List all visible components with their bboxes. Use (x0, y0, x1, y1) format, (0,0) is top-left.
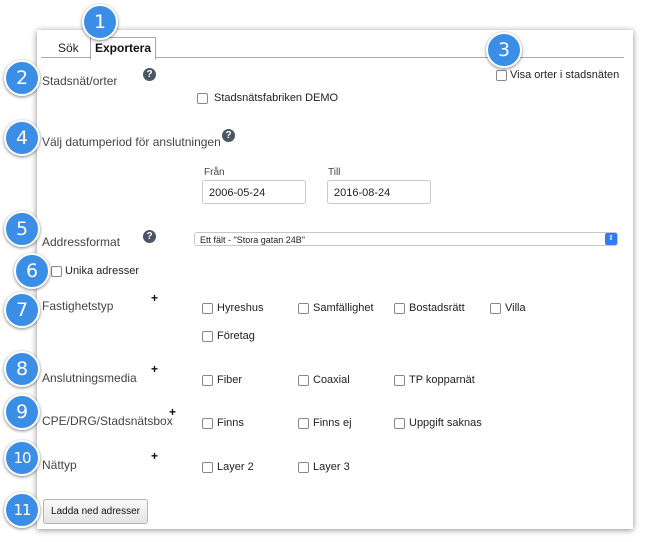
layer-2-label: Layer 2 (217, 461, 254, 473)
stadsnat-label: Stadsnät/orter (42, 74, 118, 88)
foretag-label: Företag (217, 330, 255, 342)
addressformat-select[interactable]: Ett fält - "Stora gatan 24B" ⇕ (194, 232, 618, 246)
addressformat-label: Addressformat (42, 235, 121, 249)
help-icon[interactable]: ? (143, 68, 156, 81)
layer-3-label: Layer 3 (313, 461, 350, 473)
samfallighet-checkbox[interactable] (298, 303, 309, 314)
unika-adresser-label: Unika adresser (65, 265, 139, 277)
help-icon[interactable]: ? (143, 230, 156, 243)
layer-3-checkbox[interactable] (298, 462, 309, 473)
villa-label: Villa (505, 302, 526, 314)
visa-orter-checkbox[interactable] (496, 70, 507, 81)
anslutningsmedia-label: Anslutningsmedia (42, 371, 137, 385)
hyreshus-checkbox[interactable] (202, 303, 213, 314)
from-date-input[interactable]: 2006-05-24 (202, 180, 306, 204)
tp-kopparnat-label: TP kopparnät (409, 374, 475, 386)
finns-label: Finns (217, 417, 244, 429)
fastighetstyp-label: Fastighetstyp (42, 299, 114, 313)
visa-orter-label: Visa orter i stadsnäten (510, 69, 620, 81)
fiber-label: Fiber (217, 374, 243, 386)
callout-badge-4: 4 (4, 120, 40, 156)
callout-badge-7: 7 (4, 292, 40, 328)
coaxial-checkbox[interactable] (298, 375, 309, 386)
bostadsratt-checkbox[interactable] (394, 303, 405, 314)
coaxial-label: Coaxial (313, 374, 350, 386)
fiber-checkbox[interactable] (202, 375, 213, 386)
plus-icon[interactable]: + (151, 362, 158, 376)
callout-badge-1: 1 (82, 4, 118, 40)
uppgift-saknas-label: Uppgift saknas (409, 417, 482, 429)
chevron-updown-icon: ⇕ (605, 233, 617, 245)
addressformat-value: Ett fält - "Stora gatan 24B" (200, 235, 305, 245)
callout-badge-6: 6 (14, 253, 50, 289)
to-label: Till (328, 167, 341, 178)
plus-icon[interactable]: + (151, 449, 158, 463)
unika-adresser-checkbox[interactable] (51, 266, 62, 277)
from-label: Från (204, 167, 225, 178)
hyreshus-label: Hyreshus (217, 302, 264, 314)
bostadsratt-label: Bostadsrätt (409, 302, 465, 314)
export-panel (37, 30, 633, 529)
finns-ej-label: Finns ej (313, 417, 352, 429)
layer-2-checkbox[interactable] (202, 462, 213, 473)
uppgift-saknas-checkbox[interactable] (394, 418, 405, 429)
finns-checkbox[interactable] (202, 418, 213, 429)
callout-badge-3: 3 (486, 32, 522, 68)
callout-badge-10: 10 (4, 440, 40, 476)
finns-ej-checkbox[interactable] (298, 418, 309, 429)
cpe-label: CPE/DRG/Stadsnätsbox (42, 414, 173, 428)
stadsnatsfabriken-label: Stadsnätsfabriken DEMO (214, 92, 339, 104)
ladda-ned-adresser-button[interactable]: Ladda ned adresser (43, 499, 148, 524)
plus-icon[interactable]: + (151, 291, 158, 305)
nattyp-label: Nättyp (42, 458, 77, 472)
tab-sok[interactable]: Sök (58, 41, 79, 55)
callout-badge-2: 2 (4, 60, 40, 96)
foretag-checkbox[interactable] (202, 331, 213, 342)
callout-badge-5: 5 (4, 211, 40, 247)
callout-badge-8: 8 (4, 351, 40, 387)
tab-exportera[interactable]: Exportera (90, 37, 156, 60)
plus-icon[interactable]: + (169, 405, 176, 419)
to-date-input[interactable]: 2016-08-24 (327, 180, 431, 204)
samfallighet-label: Samfällighet (313, 302, 374, 314)
villa-checkbox[interactable] (490, 303, 501, 314)
tp-kopparnat-checkbox[interactable] (394, 375, 405, 386)
help-icon[interactable]: ? (222, 129, 235, 142)
callout-badge-9: 9 (4, 394, 40, 430)
datum-label: Välj datumperiod för anslutningen (42, 135, 221, 149)
stadsnatsfabriken-checkbox[interactable] (197, 93, 208, 104)
callout-badge-11: 11 (4, 492, 40, 528)
